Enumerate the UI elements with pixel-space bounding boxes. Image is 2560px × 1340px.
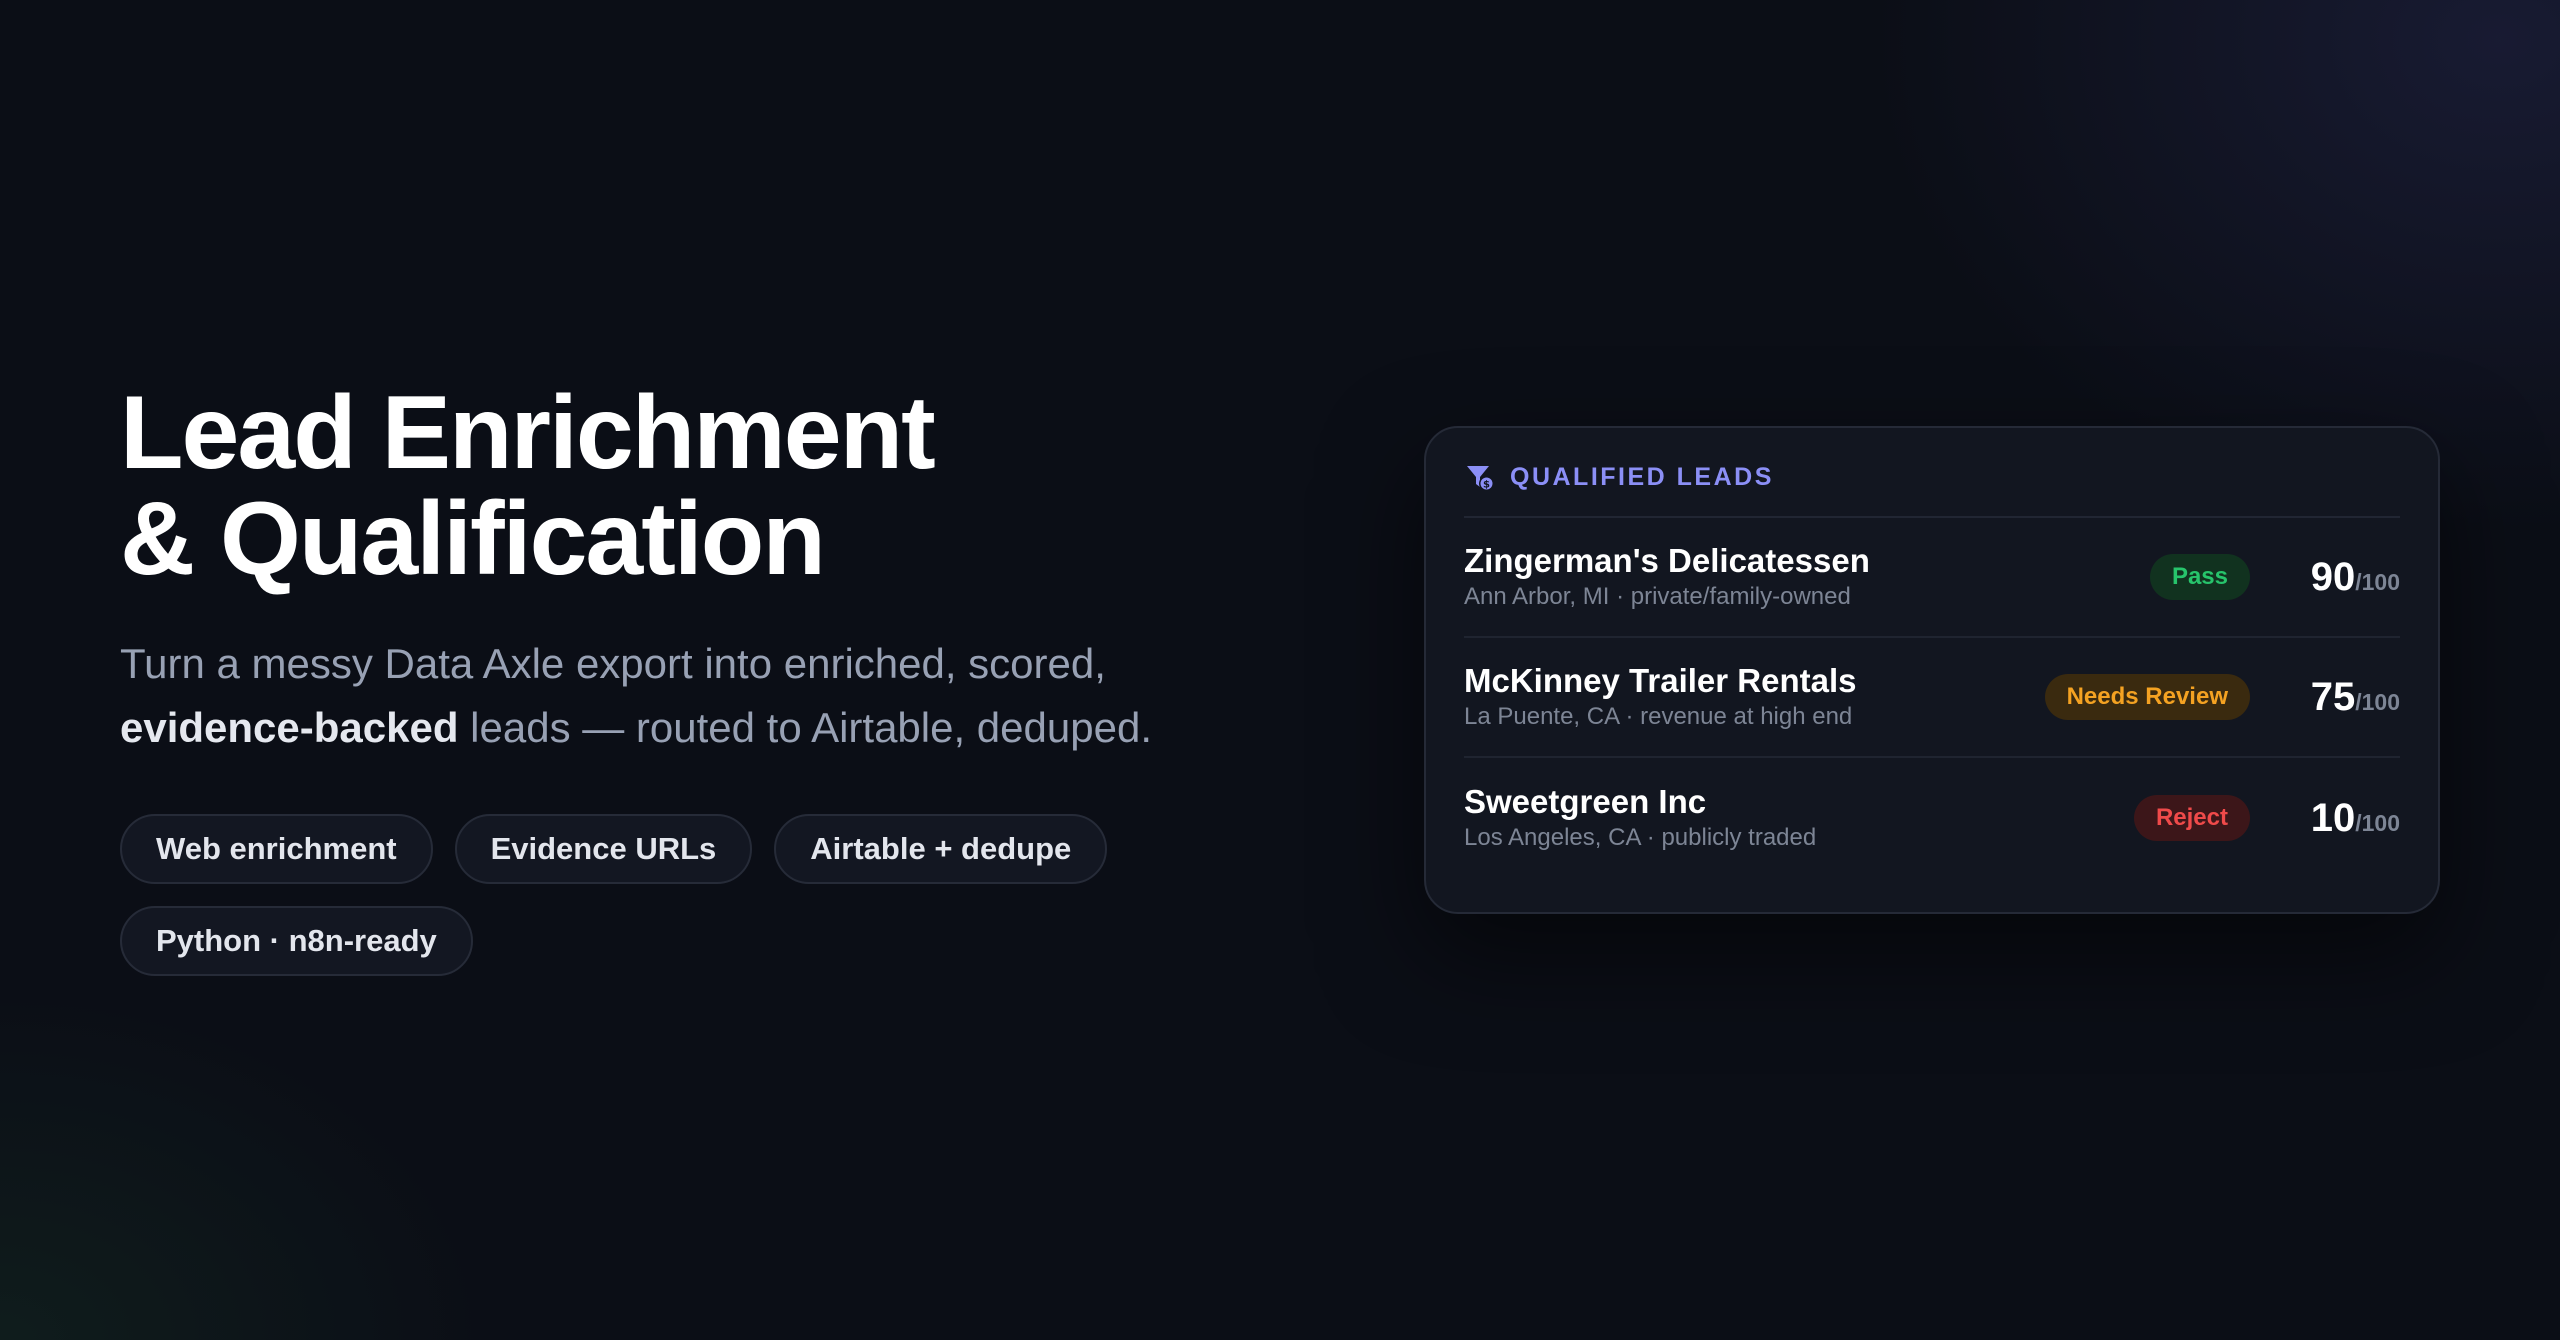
lead-meta: Ann Arbor, MI · private/family-owned	[1464, 583, 1851, 610]
feature-chips: Web enrichment Evidence URLs Airtable + …	[120, 814, 1120, 976]
card-header: $ QUALIFIED LEADS	[1464, 428, 2400, 518]
chip-web-enrichment: Web enrichment	[120, 814, 433, 884]
chip-evidence-urls: Evidence URLs	[454, 814, 753, 884]
chip-airtable-dedupe: Airtable + dedupe	[774, 814, 1108, 884]
lead-name: McKinney Trailer Rentals	[1464, 662, 1857, 699]
page-title: Lead Enrichment & Qualification	[120, 380, 1300, 592]
lead-info: McKinney Trailer Rentals La Puente, CA ·…	[1464, 662, 2045, 732]
lead-meta: Los Angeles, CA · publicly traded	[1464, 824, 1817, 851]
qualified-leads-card: $ QUALIFIED LEADS Zingerman's Delicatess…	[1424, 426, 2440, 914]
score-max: /100	[2355, 809, 2400, 836]
status-badge-needs-review: Needs Review	[2044, 674, 2250, 720]
lead-info: Sweetgreen Inc Los Angeles, CA · publicl…	[1464, 783, 2134, 853]
card-title: QUALIFIED LEADS	[1510, 462, 1774, 491]
subtitle-text-start: Turn a messy Data Axle export into enric…	[120, 640, 1106, 687]
score-max: /100	[2355, 688, 2400, 715]
subtitle-emphasis: evidence-backed	[120, 704, 459, 751]
lead-score: 75/100	[2294, 675, 2400, 720]
status-badge-reject: Reject	[2133, 795, 2250, 841]
lead-row[interactable]: Sweetgreen Inc Los Angeles, CA · publicl…	[1464, 758, 2400, 878]
lead-name: Zingerman's Delicatessen	[1464, 542, 1870, 579]
lead-name: Sweetgreen Inc	[1464, 783, 1707, 820]
score-value: 75	[2310, 674, 2356, 719]
hero-section: Lead Enrichment & Qualification Turn a m…	[120, 380, 1300, 976]
score-max: /100	[2355, 568, 2400, 595]
hero-subtitle: Turn a messy Data Axle export into enric…	[120, 632, 1300, 760]
lead-row[interactable]: McKinney Trailer Rentals La Puente, CA ·…	[1464, 638, 2400, 758]
title-line-2: & Qualification	[120, 481, 826, 597]
lead-score: 90/100	[2294, 555, 2400, 600]
title-line-1: Lead Enrichment	[120, 375, 936, 491]
svg-text:$: $	[1483, 480, 1490, 491]
status-badge-pass: Pass	[2149, 554, 2250, 600]
score-value: 90	[2310, 554, 2356, 599]
subtitle-text-end: leads — routed to Airtable, deduped.	[458, 704, 1152, 751]
score-value: 10	[2310, 795, 2356, 840]
lead-row[interactable]: Zingerman's Delicatessen Ann Arbor, MI ·…	[1464, 518, 2400, 638]
lead-meta: La Puente, CA · revenue at high end	[1464, 703, 1853, 730]
lead-info: Zingerman's Delicatessen Ann Arbor, MI ·…	[1464, 542, 2150, 612]
filter-dollar-icon: $	[1464, 461, 1496, 493]
lead-score: 10/100	[2294, 796, 2400, 841]
chip-python-n8n: Python · n8n-ready	[120, 906, 473, 976]
